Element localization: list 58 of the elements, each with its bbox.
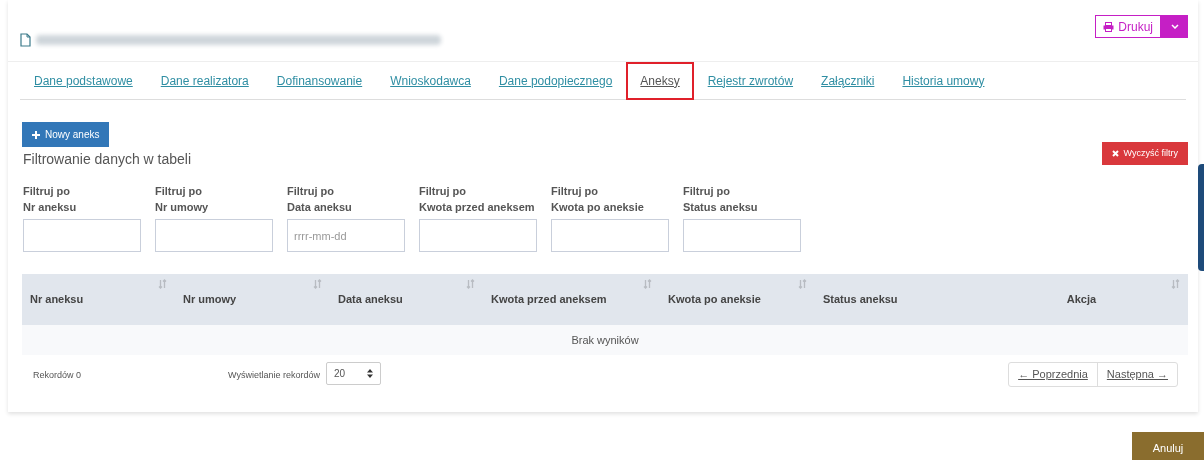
filter-label: Status aneksu <box>683 200 759 215</box>
filter-input[interactable] <box>23 219 141 252</box>
print-button[interactable]: Drukuj <box>1095 15 1161 38</box>
updown-caret-icon <box>367 369 373 378</box>
filter-label: Filtruj po <box>155 184 204 199</box>
filter-input[interactable] <box>551 219 669 252</box>
column-header[interactable]: Nr umowy <box>175 274 330 325</box>
filter-label: Filtruj po <box>683 184 732 199</box>
sort-icon[interactable] <box>313 279 322 289</box>
column-header[interactable]: Data aneksu <box>330 274 483 325</box>
filter-label: Filtruj po <box>551 184 600 199</box>
filter-label: Kwota przed aneksem <box>419 200 536 215</box>
column-header[interactable]: Status aneksu <box>815 274 975 325</box>
tab[interactable]: Dane podopiecznego <box>484 61 627 100</box>
tab[interactable]: Dofinansowanie <box>262 61 377 100</box>
section-title: Filtrowanie danych w tabeli <box>23 150 192 169</box>
new-annex-button[interactable]: Nowy aneks <box>22 122 110 147</box>
column-header[interactable]: Kwota po aneksie <box>660 274 815 325</box>
empty-message: Brak wyników <box>571 332 639 348</box>
filter-label: Nr umowy <box>155 200 210 215</box>
chevron-down-icon <box>1170 24 1179 29</box>
tab[interactable]: Dane podstawowe <box>20 61 147 100</box>
filter-label: Data aneksu <box>287 200 353 215</box>
sort-icon[interactable] <box>466 279 475 289</box>
tab[interactable]: Załączniki <box>807 61 889 100</box>
tab[interactable]: Aneksy <box>626 61 694 100</box>
previous-link[interactable]: ← Poprzednia <box>1009 363 1098 386</box>
column-header[interactable]: Akcja <box>975 274 1188 325</box>
next-link[interactable]: Następna → <box>1097 363 1177 386</box>
record-count: Rekordów 0 <box>33 369 82 382</box>
page-size-select[interactable]: 20 <box>326 362 381 385</box>
printer-icon <box>1103 21 1115 32</box>
tab[interactable]: Wnioskodawca <box>376 61 485 100</box>
page-size-label: Wyświetlanie rekordów <box>228 369 320 382</box>
filter-label: Filtruj po <box>419 184 468 199</box>
dropdown-button[interactable] <box>1161 15 1188 38</box>
tab[interactable]: Rejestr zwrotów <box>693 61 808 100</box>
filter-input[interactable] <box>155 219 273 252</box>
plus-icon <box>32 130 40 139</box>
column-header[interactable]: Nr aneksu <box>22 274 175 325</box>
filter-label: Filtruj po <box>23 184 72 199</box>
filter-input[interactable]: rrrr-mm-dd <box>287 219 405 252</box>
column-header[interactable]: Kwota przed aneksem <box>483 274 660 325</box>
filter-label: Filtruj po <box>287 184 336 199</box>
sort-icon[interactable] <box>643 279 652 289</box>
sort-icon[interactable] <box>798 279 807 289</box>
tab[interactable]: Historia umowy <box>888 61 999 100</box>
close-icon <box>1111 150 1119 157</box>
sort-icon[interactable] <box>1171 279 1180 289</box>
filter-label: Nr aneksu <box>23 200 78 215</box>
sort-icon[interactable] <box>158 279 167 289</box>
clear-filters-button[interactable]: Wyczyść filtry <box>1101 142 1188 165</box>
filter-input[interactable] <box>683 219 801 252</box>
cancel-button[interactable]: Anuluj <box>1132 432 1204 460</box>
tab[interactable]: Dane realizatora <box>146 61 263 100</box>
document-icon <box>20 33 31 47</box>
filter-label: Kwota po aneksie <box>551 200 645 215</box>
filter-input[interactable] <box>419 219 537 252</box>
